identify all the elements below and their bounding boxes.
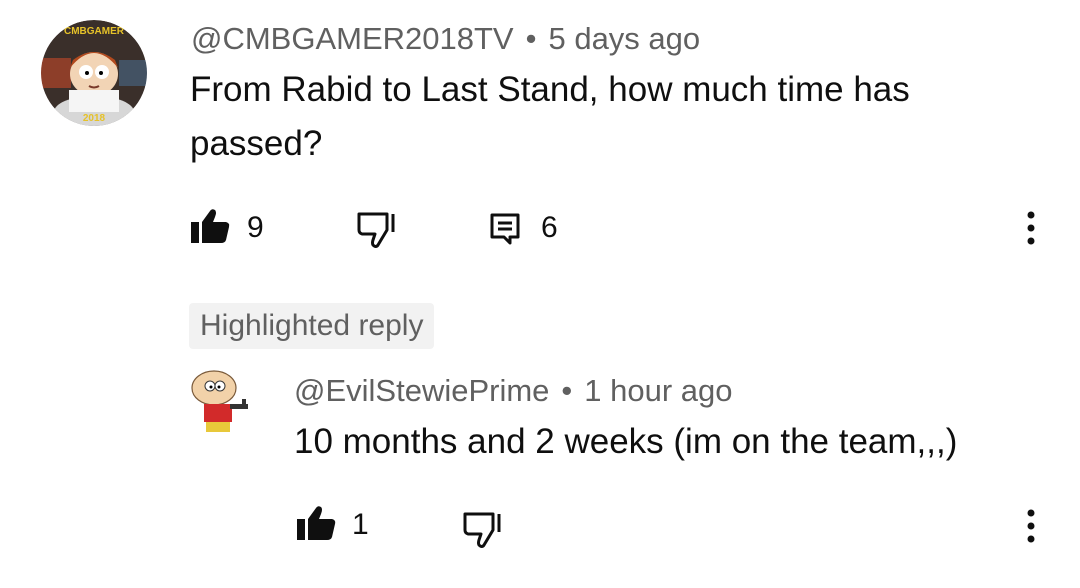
comment-text: From Rabid to Last Stand, how much time … — [190, 70, 910, 163]
dislike-icon — [357, 212, 395, 248]
reply-dislike-button[interactable] — [462, 511, 504, 549]
reply-more-button[interactable] — [1024, 508, 1038, 544]
dislike-icon — [463, 512, 501, 548]
reply-button[interactable] — [490, 213, 520, 245]
comment-time[interactable]: 5 days ago — [548, 21, 700, 56]
like-button[interactable] — [190, 208, 230, 244]
reply-time[interactable]: 1 hour ago — [584, 373, 732, 408]
like-count: 9 — [247, 211, 264, 244]
like-icon — [191, 209, 230, 243]
meta-separator: • — [525, 21, 537, 56]
comment-author[interactable]: @CMBGAMER2018TV — [191, 21, 514, 56]
reply-like-button[interactable] — [296, 505, 336, 541]
reply-icon — [490, 213, 520, 245]
comment-more-button[interactable] — [1024, 210, 1038, 246]
highlighted-reply-badge: Highlighted reply — [189, 303, 435, 349]
dislike-button[interactable] — [356, 211, 398, 249]
meta-separator: • — [561, 373, 573, 408]
like-icon — [297, 506, 336, 540]
comment-meta: @CMBGAMER2018TV • 5 days ago — [191, 21, 700, 57]
more-icon — [1027, 211, 1035, 245]
reply-text: 10 months and 2 weeks (im on the team,,,… — [294, 422, 958, 461]
reply-meta: @EvilStewiePrime • 1 hour ago — [294, 373, 733, 409]
reply-like-count: 1 — [352, 508, 369, 541]
more-icon — [1027, 509, 1035, 543]
commenter-avatar[interactable]: CMBGAMER 2018 — [41, 20, 147, 126]
reply-author[interactable]: @EvilStewiePrime — [294, 373, 549, 408]
reply-count: 6 — [541, 211, 558, 244]
reply-avatar[interactable] — [188, 366, 256, 434]
avatar-top-text: CMBGAMER — [64, 26, 125, 37]
avatar-bottom-text: 2018 — [83, 113, 106, 124]
